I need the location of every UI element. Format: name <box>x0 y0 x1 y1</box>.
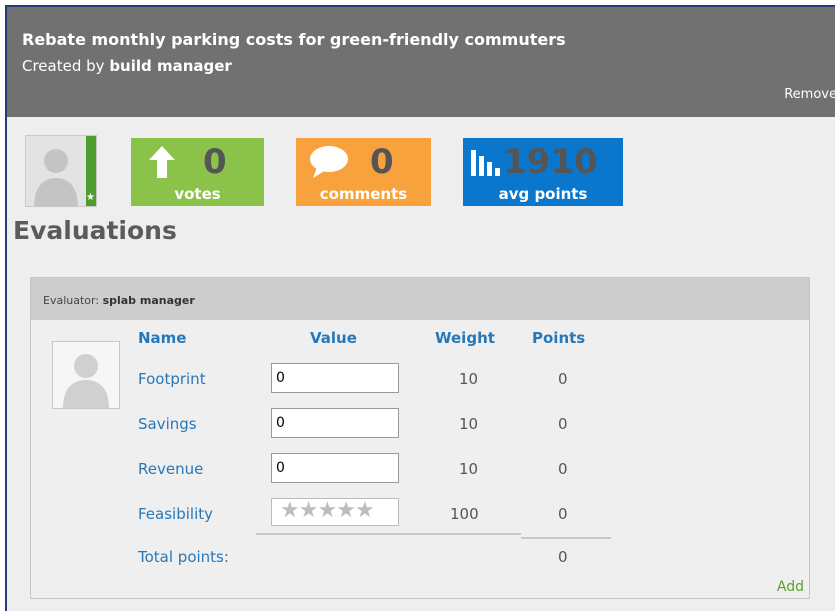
evaluator-header: Evaluator: splab manager <box>31 278 809 320</box>
criterion-feasibility-name: Feasibility <box>138 505 213 523</box>
user-silhouette-icon <box>63 354 109 408</box>
star-icon[interactable]: ★ <box>336 498 356 523</box>
evaluator-avatar <box>52 341 120 409</box>
evaluator-label: Evaluator: <box>43 294 100 307</box>
total-points-value: 0 <box>558 548 568 566</box>
idea-title: Rebate monthly parking costs for green-f… <box>22 30 566 49</box>
column-header-weight: Weight <box>435 329 495 347</box>
criterion-revenue-points: 0 <box>558 460 568 478</box>
created-by-label: Created by <box>22 57 105 75</box>
criterion-feasibility-weight: 100 <box>450 505 479 523</box>
criterion-footprint-name: Footprint <box>138 370 206 388</box>
comments-stat[interactable]: 0 comments <box>296 138 431 206</box>
star-icon[interactable]: ★ <box>317 498 337 523</box>
votes-stat[interactable]: 0 votes <box>131 138 264 206</box>
award-badge-icon: ★ <box>86 192 95 203</box>
star-icon[interactable]: ★ <box>280 498 300 523</box>
value-divider <box>256 533 521 535</box>
evaluator-name: splab manager <box>102 294 195 307</box>
user-silhouette-icon <box>34 149 78 206</box>
speech-bubble-icon <box>310 146 348 178</box>
star-icon[interactable]: ★ <box>355 498 375 523</box>
criterion-revenue-name: Revenue <box>138 460 204 478</box>
criterion-feasibility-points: 0 <box>558 505 568 523</box>
author-avatar: ★ <box>25 135 97 207</box>
criterion-savings-name: Savings <box>138 415 197 433</box>
footprint-value-input[interactable] <box>271 363 399 393</box>
comments-count: 0 <box>370 142 394 182</box>
avg-points-label: avg points <box>498 185 588 203</box>
remove-link[interactable]: Remove <box>784 87 835 102</box>
criterion-footprint-points: 0 <box>558 370 568 388</box>
points-divider <box>521 537 611 539</box>
evaluations-heading: Evaluations <box>13 216 177 245</box>
revenue-value-input[interactable] <box>271 453 399 483</box>
avg-points-value: 1910 <box>503 142 598 182</box>
evaluator-line: Evaluator: splab manager <box>43 294 195 307</box>
up-arrow-icon <box>149 146 175 178</box>
creator-name: build manager <box>109 57 232 75</box>
idea-header: Rebate monthly parking costs for green-f… <box>7 7 835 117</box>
column-header-name: Name <box>138 329 187 347</box>
column-header-value: Value <box>310 329 357 347</box>
add-evaluation-link[interactable]: Add <box>777 579 804 595</box>
savings-value-input[interactable] <box>271 408 399 438</box>
comments-label: comments <box>319 185 408 203</box>
criterion-footprint-weight: 10 <box>459 370 479 388</box>
votes-label: votes <box>174 185 221 203</box>
column-header-points: Points <box>532 329 586 347</box>
criterion-savings-points: 0 <box>558 415 568 433</box>
criterion-savings-weight: 10 <box>459 415 479 433</box>
idea-creator-line: Created by build manager <box>22 57 232 75</box>
evaluation-window: Rebate monthly parking costs for green-f… <box>5 5 835 611</box>
avg-points-stat[interactable]: 1910 avg points <box>463 138 623 206</box>
total-points-label: Total points: <box>138 548 229 566</box>
votes-count: 0 <box>203 142 227 182</box>
bar-chart-icon <box>471 150 500 176</box>
criterion-revenue-weight: 10 <box>459 460 479 478</box>
evaluation-panel: Evaluator: splab manager Name Value Weig… <box>30 277 810 599</box>
star-icon[interactable]: ★ <box>299 498 319 523</box>
feasibility-star-rating[interactable]: ★★★★★ <box>271 498 399 526</box>
